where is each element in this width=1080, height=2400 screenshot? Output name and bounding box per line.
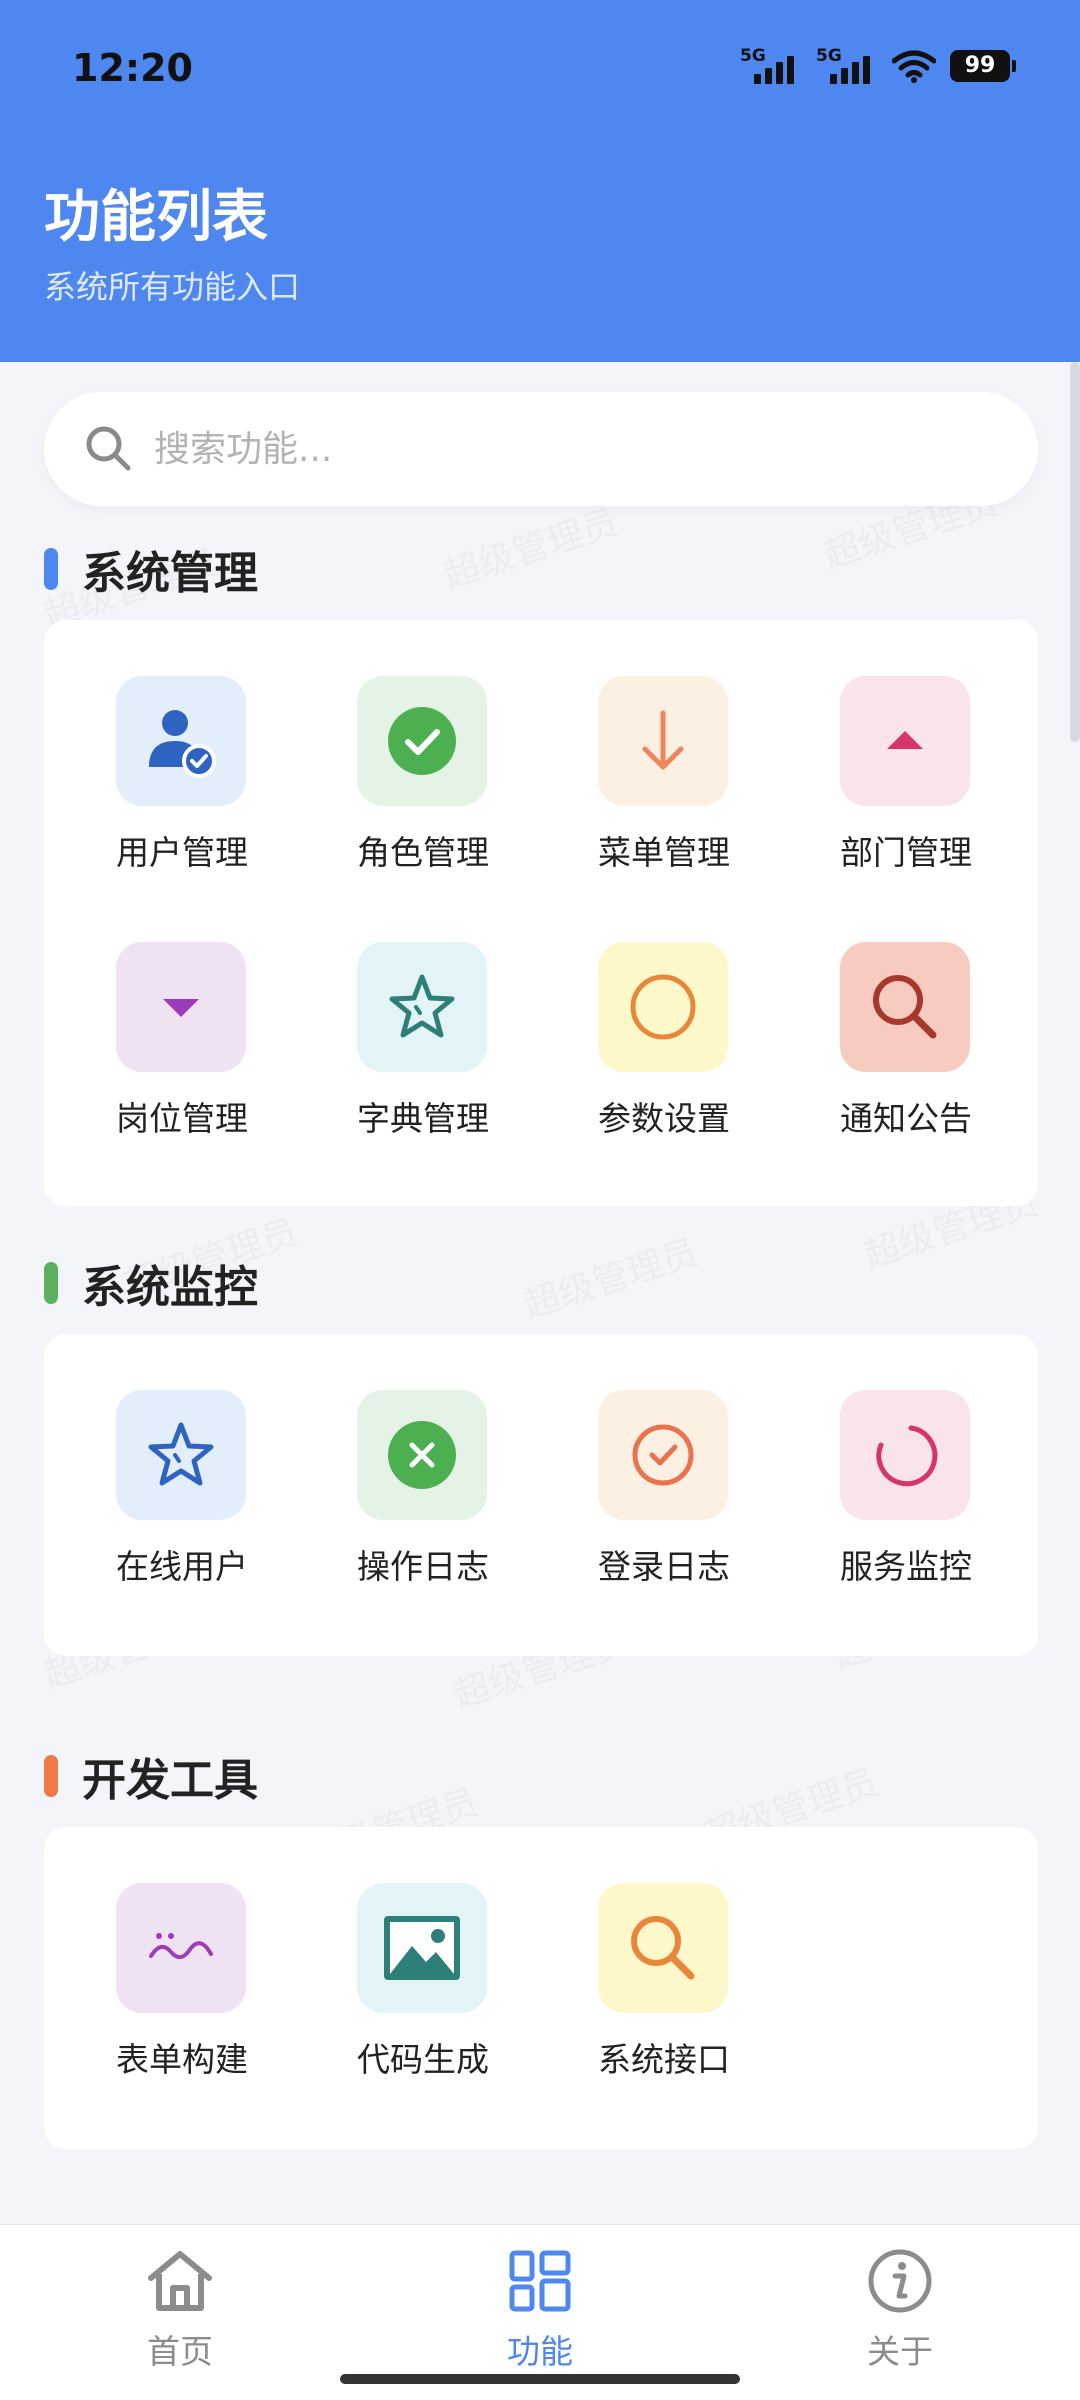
card-system-monitor: 在线用户 操作日志 登录日志 服务监控 — [44, 1334, 1038, 1656]
page-title: 功能列表 — [44, 185, 268, 250]
section-accent-bar — [44, 1262, 58, 1304]
search-icon — [86, 426, 131, 471]
signal-icon: 5G — [816, 44, 878, 88]
image-icon — [357, 1883, 487, 2013]
info-icon — [800, 2241, 1000, 2321]
status-icons: 5G 5G 99 — [740, 44, 1016, 88]
feature-item[interactable]: 在线用户 — [82, 1390, 282, 1590]
watermark-text: 超级管理员 — [436, 493, 623, 598]
search-input[interactable] — [154, 414, 994, 484]
feature-item[interactable]: 字典管理 — [323, 942, 523, 1142]
caret-up-icon — [840, 676, 970, 806]
feature-item[interactable]: 角色管理 — [323, 676, 523, 876]
header: 12:20 5G 5G 99 功能列表 系统所有功能入口 — [0, 0, 1080, 362]
user-check-icon — [116, 676, 246, 806]
check-circle-outline-icon — [598, 1390, 728, 1520]
card-dev-tools: 表单构建 代码生成 系统接口 — [44, 1827, 1038, 2149]
home-indicator[interactable] — [340, 2374, 740, 2384]
card-system-management: 用户管理 角色管理 菜单管理 部门管理岗位管理 字典管理 参数设置 通知公告 — [44, 620, 1038, 1206]
feature-label: 部门管理 — [840, 833, 972, 872]
feature-item[interactable]: 菜单管理 — [564, 676, 764, 876]
feature-label: 在线用户 — [116, 1547, 248, 1586]
scrollbar[interactable] — [1070, 362, 1080, 742]
check-circle-icon — [357, 676, 487, 806]
nav-item-about[interactable]: 关于 — [800, 2241, 1000, 2373]
nav-item-functions[interactable]: 功能 — [440, 2241, 640, 2373]
circle-outline-icon — [598, 942, 728, 1072]
nav-label: 功能 — [507, 2332, 573, 2371]
watermark-text: 超级管理员 — [516, 1223, 703, 1328]
signal-icon: 5G — [740, 44, 802, 88]
caret-down-icon — [116, 942, 246, 1072]
feature-label: 代码生成 — [357, 2040, 489, 2079]
battery-icon: 99 — [950, 50, 1016, 82]
section-title-dev-tools: 开发工具 — [44, 1744, 258, 1808]
feature-item[interactable]: 用户管理 — [82, 676, 282, 876]
star-outline-icon — [116, 1390, 246, 1520]
loading-circle-icon — [840, 1390, 970, 1520]
wave-icon — [116, 1883, 246, 2013]
feature-item[interactable]: 代码生成 — [323, 1883, 523, 2083]
feature-label: 登录日志 — [598, 1547, 730, 1586]
search-icon — [840, 942, 970, 1072]
search-bar[interactable] — [44, 392, 1038, 506]
feature-label: 岗位管理 — [116, 1099, 248, 1138]
feature-label: 系统接口 — [598, 2040, 730, 2079]
nav-label: 关于 — [867, 2332, 933, 2371]
feature-item[interactable]: 操作日志 — [323, 1390, 523, 1590]
search-icon — [598, 1883, 728, 2013]
feature-label: 操作日志 — [357, 1547, 489, 1586]
feature-item[interactable]: 岗位管理 — [82, 942, 282, 1142]
feature-item[interactable]: 表单构建 — [82, 1883, 282, 2083]
feature-label: 菜单管理 — [598, 833, 730, 872]
x-circle-icon — [357, 1390, 487, 1520]
feature-item[interactable]: 登录日志 — [564, 1390, 764, 1590]
feature-label: 参数设置 — [598, 1099, 730, 1138]
feature-label: 角色管理 — [357, 833, 489, 872]
status-time: 12:20 — [72, 46, 193, 90]
section-title-system-monitor: 系统监控 — [44, 1251, 258, 1315]
feature-label: 用户管理 — [116, 833, 248, 872]
feature-label: 通知公告 — [840, 1099, 972, 1138]
section-accent-bar — [44, 1755, 58, 1797]
feature-label: 字典管理 — [357, 1099, 489, 1138]
feature-item[interactable]: 服务监控 — [806, 1390, 1006, 1590]
feature-label: 表单构建 — [116, 2040, 248, 2079]
feature-item[interactable]: 参数设置 — [564, 942, 764, 1142]
section-title-system-management: 系统管理 — [44, 537, 258, 601]
home-icon — [80, 2241, 280, 2321]
feature-item[interactable]: 通知公告 — [806, 942, 1006, 1142]
nav-item-home[interactable]: 首页 — [80, 2241, 280, 2373]
arrow-down-icon — [598, 676, 728, 806]
page-subtitle: 系统所有功能入口 — [44, 268, 301, 306]
feature-label: 服务监控 — [840, 1547, 972, 1586]
section-accent-bar — [44, 548, 58, 590]
wifi-icon — [892, 50, 936, 83]
feature-item[interactable]: 系统接口 — [564, 1883, 764, 2083]
nav-label: 首页 — [147, 2332, 213, 2371]
star-outline-icon — [357, 942, 487, 1072]
grid-icon — [440, 2241, 640, 2321]
feature-item[interactable]: 部门管理 — [806, 676, 1006, 876]
